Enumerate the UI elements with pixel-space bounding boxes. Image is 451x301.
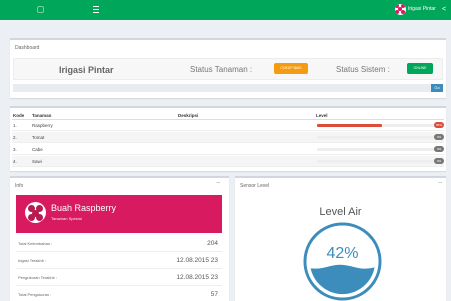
water-fill — [309, 264, 376, 295]
level-bar — [317, 148, 435, 151]
share-icon[interactable]: < — [442, 6, 446, 13]
info-row: Irigasi Terakhir : 12.08.2015 23 — [16, 252, 222, 269]
dashboard-title: Dashboard — [15, 45, 40, 51]
level-badge: 55% — [434, 122, 444, 128]
header-desc: Deskripsi — [178, 113, 199, 118]
info-row-value: 57 — [210, 291, 218, 298]
status-tanaman-badge: CUKUP BAIK — [274, 63, 308, 74]
table-row[interactable]: 2. Tomat 0% — [12, 132, 444, 143]
brand-title: Irigasi Pintar — [59, 65, 114, 75]
table-row[interactable]: 4. Sawi 0% — [12, 156, 444, 167]
row-name: Sawi — [32, 159, 42, 164]
info-row-value: 12.08.2015 23 — [176, 274, 218, 281]
level-bar — [317, 136, 435, 139]
info-row-value: 204 — [207, 240, 218, 247]
collapse-icon[interactable]: − — [438, 180, 442, 187]
level-bar — [317, 124, 435, 127]
water-level-label: Level Air — [319, 206, 362, 218]
header-name: Tanaman — [32, 113, 52, 118]
row-name: Cabe — [32, 147, 43, 152]
info-row-label: Total Kelembaban : — [18, 241, 53, 246]
top-navbar: Irigasi Pintar < — [0, 0, 451, 20]
status-panel: Irigasi Pintar Status Tanaman : CUKUP BA… — [13, 58, 443, 80]
widget-subtitle: Tanaman Spesial — [51, 216, 82, 221]
header-no: Kode — [13, 113, 25, 118]
menu-toggle-icon[interactable] — [93, 6, 99, 13]
row-no: 1. — [13, 123, 17, 128]
level-badge: 0% — [434, 146, 444, 152]
dashboard-box: Dashboard Irigasi Pintar Status Tanaman … — [10, 38, 446, 98]
row-no: 3. — [13, 147, 17, 152]
plants-table: Kode Tanaman Deskripsi Level 1. Raspberr… — [10, 106, 446, 171]
level-badge: 0% — [434, 158, 444, 164]
user-name[interactable]: Irigasi Pintar — [408, 6, 436, 12]
logo-icon[interactable] — [37, 6, 44, 13]
row-name: Tomat — [32, 135, 45, 140]
row-no: 2. — [13, 135, 17, 140]
header-level: Level — [316, 113, 328, 118]
info-box: Info − Buah Raspberry Tanaman Spesial To… — [10, 176, 229, 301]
level-bar — [317, 160, 435, 163]
table-row[interactable]: 3. Cabe 0% — [12, 144, 444, 155]
user-avatar[interactable] — [395, 4, 406, 15]
status-sistem-badge: ONLINE — [407, 63, 433, 74]
status-sistem-label: Status Sistem : — [336, 65, 390, 74]
raspberry-icon — [25, 202, 46, 223]
info-row: Total Pengukuran : 57 — [16, 286, 222, 301]
info-row-value: 12.08.2015 23 — [176, 257, 218, 264]
search-bar[interactable]: Go — [13, 84, 443, 92]
widget-name: Buah Raspberry — [51, 203, 117, 213]
row-name: Raspberry — [32, 123, 53, 128]
table-row[interactable]: 1. Raspberry 55% — [12, 120, 444, 131]
info-title: Info — [15, 183, 24, 189]
level-bar-fill — [317, 124, 382, 127]
info-row: Total Kelembaban : 204 — [16, 235, 222, 252]
sensor-title: Sensor Level — [240, 183, 270, 189]
sensor-box: Sensor Level − Level Air 42% — [235, 176, 446, 301]
plant-widget: Buah Raspberry Tanaman Spesial — [16, 195, 222, 233]
search-button[interactable]: Go — [431, 84, 443, 92]
water-level-value: 42% — [326, 245, 359, 262]
row-no: 4. — [13, 159, 17, 164]
level-badge: 0% — [434, 134, 444, 140]
status-tanaman-label: Status Tanaman : — [190, 65, 253, 74]
info-row: Pengukuran Terakhir : 12.08.2015 23 — [16, 269, 222, 286]
info-row-label: Pengukuran Terakhir : — [18, 275, 58, 280]
info-row-label: Irigasi Terakhir : — [18, 258, 47, 263]
collapse-icon[interactable]: − — [216, 180, 220, 187]
info-row-label: Total Pengukuran : — [18, 292, 52, 297]
